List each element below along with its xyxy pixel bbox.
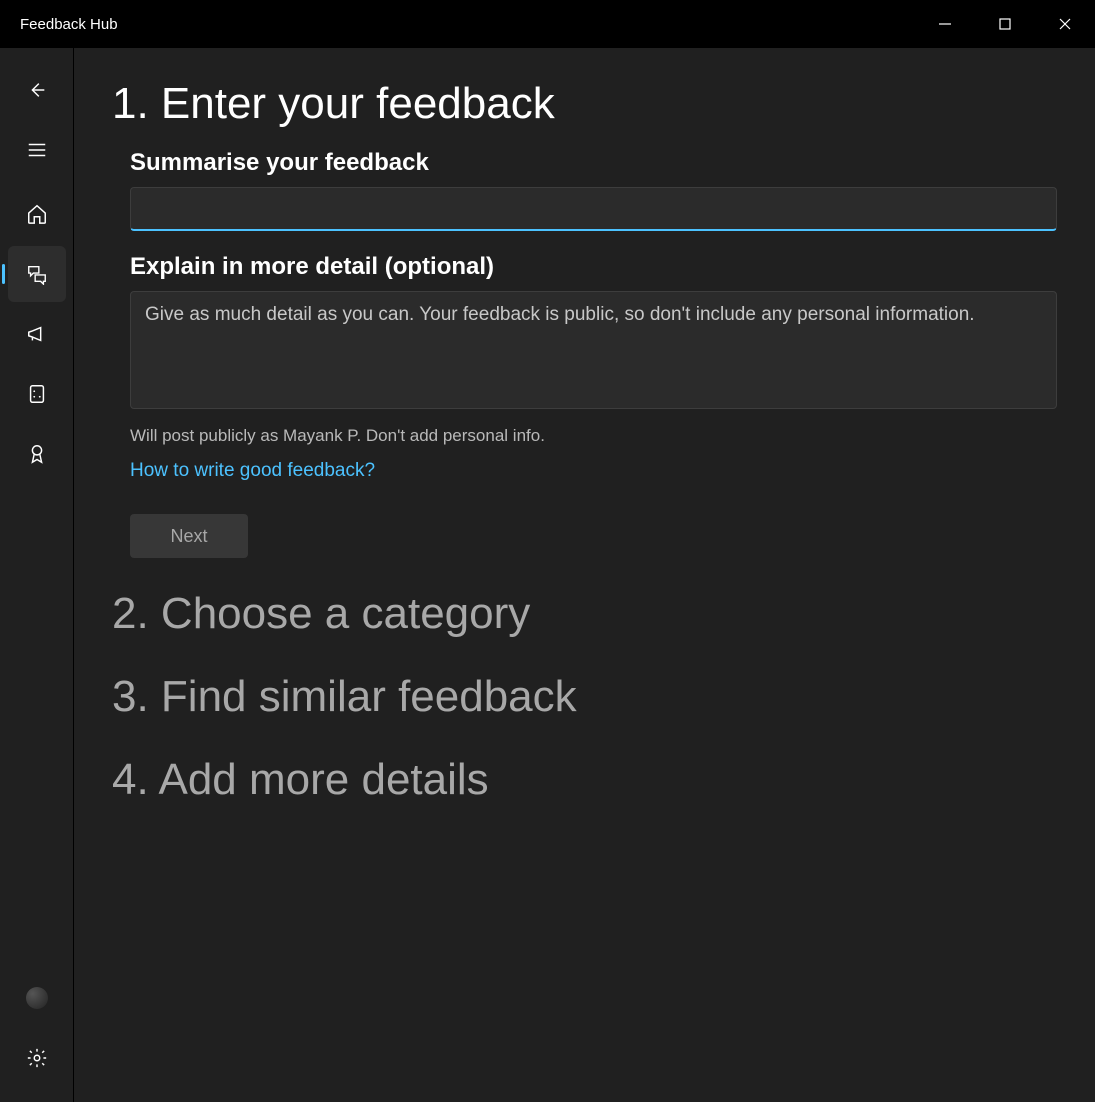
sidebar-item-settings[interactable] xyxy=(8,1030,66,1086)
hamburger-button[interactable] xyxy=(8,126,66,174)
maximize-icon xyxy=(998,17,1012,31)
detail-textarea[interactable] xyxy=(130,291,1057,409)
main-content: 1. Enter your feedback Summarise your fe… xyxy=(74,48,1095,1102)
summary-input[interactable] xyxy=(130,187,1057,231)
back-button[interactable] xyxy=(8,66,66,114)
sidebar-item-feedback[interactable] xyxy=(8,246,66,302)
sidebar-item-announcements[interactable] xyxy=(8,306,66,362)
help-link[interactable]: How to write good feedback? xyxy=(130,460,375,482)
detail-label: Explain in more detail (optional) xyxy=(130,253,1057,281)
close-button[interactable] xyxy=(1035,0,1095,48)
step-2-title: 2. Choose a category xyxy=(112,586,1057,641)
gear-icon xyxy=(26,1047,48,1069)
window-controls xyxy=(915,0,1095,48)
sidebar-bottom xyxy=(0,970,73,1090)
sidebar-top xyxy=(0,66,73,486)
sidebar-item-quests[interactable] xyxy=(8,366,66,422)
sidebar-item-home[interactable] xyxy=(8,186,66,242)
step-3-title: 3. Find similar feedback xyxy=(112,669,1057,724)
megaphone-icon xyxy=(26,323,48,345)
step-1-title: 1. Enter your feedback xyxy=(112,76,1057,131)
quests-icon xyxy=(26,383,48,405)
step-1-body: Summarise your feedback Explain in more … xyxy=(112,149,1057,558)
sidebar xyxy=(0,48,74,1102)
step-4-title: 4. Add more details xyxy=(112,752,1057,807)
titlebar: Feedback Hub xyxy=(0,0,1095,48)
next-button-label: Next xyxy=(170,526,207,547)
next-button[interactable]: Next xyxy=(130,514,248,558)
avatar-icon xyxy=(26,987,48,1009)
app-title: Feedback Hub xyxy=(0,16,118,33)
sidebar-item-profile[interactable] xyxy=(8,970,66,1026)
minimize-button[interactable] xyxy=(915,0,975,48)
maximize-button[interactable] xyxy=(975,0,1035,48)
public-caption: Will post publicly as Mayank P. Don't ad… xyxy=(130,426,1057,446)
feedback-icon xyxy=(26,263,48,285)
summary-label: Summarise your feedback xyxy=(130,149,1057,177)
home-icon xyxy=(26,203,48,225)
minimize-icon xyxy=(938,17,952,31)
body: 1. Enter your feedback Summarise your fe… xyxy=(0,48,1095,1102)
close-icon xyxy=(1058,17,1072,31)
back-arrow-icon xyxy=(26,79,48,101)
hamburger-icon xyxy=(26,139,48,161)
sidebar-item-achievements[interactable] xyxy=(8,426,66,482)
ribbon-icon xyxy=(26,443,48,465)
